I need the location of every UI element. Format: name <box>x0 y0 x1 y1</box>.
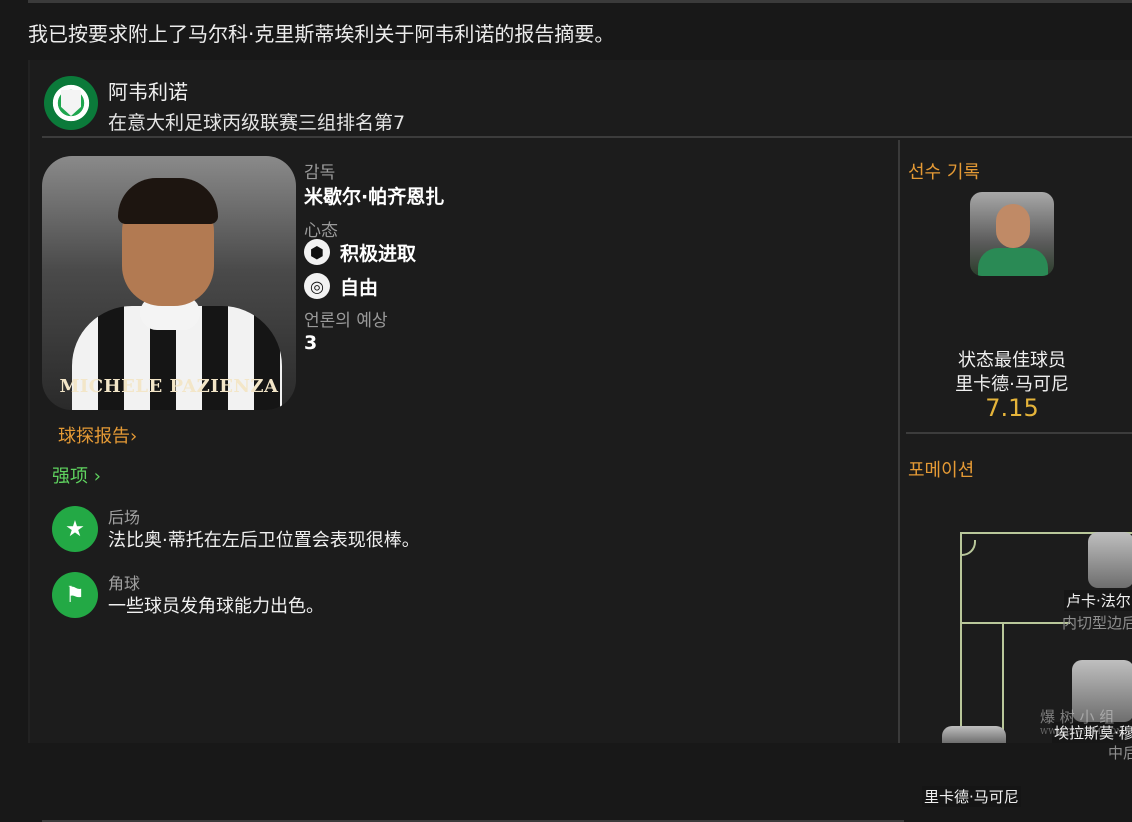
strength-title: 角球 <box>108 574 141 593</box>
side-column: 선수 기록 状态最佳球员 里卡德·马可尼 7.15 포메이션 卢卡·法尔 内切型… <box>902 140 1132 807</box>
player-role: 中后卫 <box>1108 744 1132 762</box>
player-role: 内切型边后 <box>1062 614 1132 632</box>
team-header: 阿韦利诺 在意大利足球丙级联赛三组排名第7 <box>42 70 1132 138</box>
target-circle-icon: ◎ <box>304 273 330 299</box>
team-league-position: 在意大利足球丙级联赛三组排名第7 <box>108 112 406 134</box>
column-divider <box>898 140 900 743</box>
corner-flag-icon: ⚑ <box>52 572 98 618</box>
strength-item: ⚑ 角球 一些球员发角球能力出色。 <box>52 568 872 618</box>
team-name: 阿韦利诺 <box>108 80 188 104</box>
strength-item: ★ 后场 法比奥·蒂托在左后卫位置会表现很棒。 <box>52 502 872 552</box>
best-player-photo[interactable] <box>970 192 1054 276</box>
intro-message: 我已按要求附上了马尔科·克里斯蒂埃利关于阿韦利诺的报告摘要。 <box>28 22 615 46</box>
manager-photo: MICHELE PAZIENZA <box>42 156 296 410</box>
mentality-text: 自由 <box>340 276 379 299</box>
strengths-toggle[interactable]: 强项 › <box>52 462 101 488</box>
mentality-item: ◎ 自由 <box>304 272 378 300</box>
manager-label: 감독 <box>304 163 336 183</box>
mentality-item: ⬢ 积极进取 <box>304 238 416 266</box>
manager-photo-caption: MICHELE PAZIENZA <box>59 376 279 397</box>
report-panel: 阿韦利诺 在意大利足球丙级联赛三组排名第7 MICHELE PAZIENZA 감… <box>28 60 1132 822</box>
player-photo[interactable] <box>942 726 1006 743</box>
mentality-text: 积极进取 <box>340 242 417 265</box>
watermark-text: 爆 树 小 组 <box>1040 708 1115 726</box>
best-player-name: 里卡德·马可尼 <box>955 374 1069 395</box>
section-divider <box>906 432 1132 434</box>
player-name: 卢卡·法尔 <box>1064 590 1132 611</box>
strength-desc: 一些球员发角球能力出色。 <box>108 596 324 617</box>
cube-icon: ⬢ <box>304 239 330 265</box>
player-record-title: 선수 기록 <box>908 162 980 183</box>
strengths-label: 强项 <box>52 466 88 487</box>
top-divider <box>28 0 1132 3</box>
player-name: 里卡德·马可尼 <box>922 786 1021 807</box>
avellino-crest-icon <box>44 76 98 130</box>
prediction-label: 언론의 예상 <box>304 311 388 331</box>
watermark-logo: 爆 树 小 组 WWW.PLAYSM.COM <box>1040 706 1124 736</box>
chevron-right-icon: › <box>130 426 138 447</box>
strength-desc: 法比奥·蒂托在左后卫位置会表现很棒。 <box>108 530 420 551</box>
manager-section: MICHELE PAZIENZA 감독 米歇尔·帕齐恩扎 心态 ⬢ 积极进取 ◎… <box>42 140 904 822</box>
player-photo[interactable] <box>1088 532 1132 588</box>
best-player-label: 状态最佳球员 <box>958 350 1066 371</box>
watermark-url: WWW.PLAYSM.COM <box>1040 727 1125 736</box>
chevron-right-icon: › <box>93 466 101 487</box>
star-defender-icon: ★ <box>52 506 98 552</box>
scout-report-label: 球探报告 <box>58 426 130 447</box>
prediction-value: 3 <box>304 332 318 354</box>
formation-title: 포메이션 <box>908 460 975 481</box>
manager-name: 米歇尔·帕齐恩扎 <box>304 186 445 208</box>
scout-report-link[interactable]: 球探报告› <box>58 422 137 448</box>
best-player-rating: 7.15 <box>985 394 1039 422</box>
strength-title: 后场 <box>108 508 141 527</box>
